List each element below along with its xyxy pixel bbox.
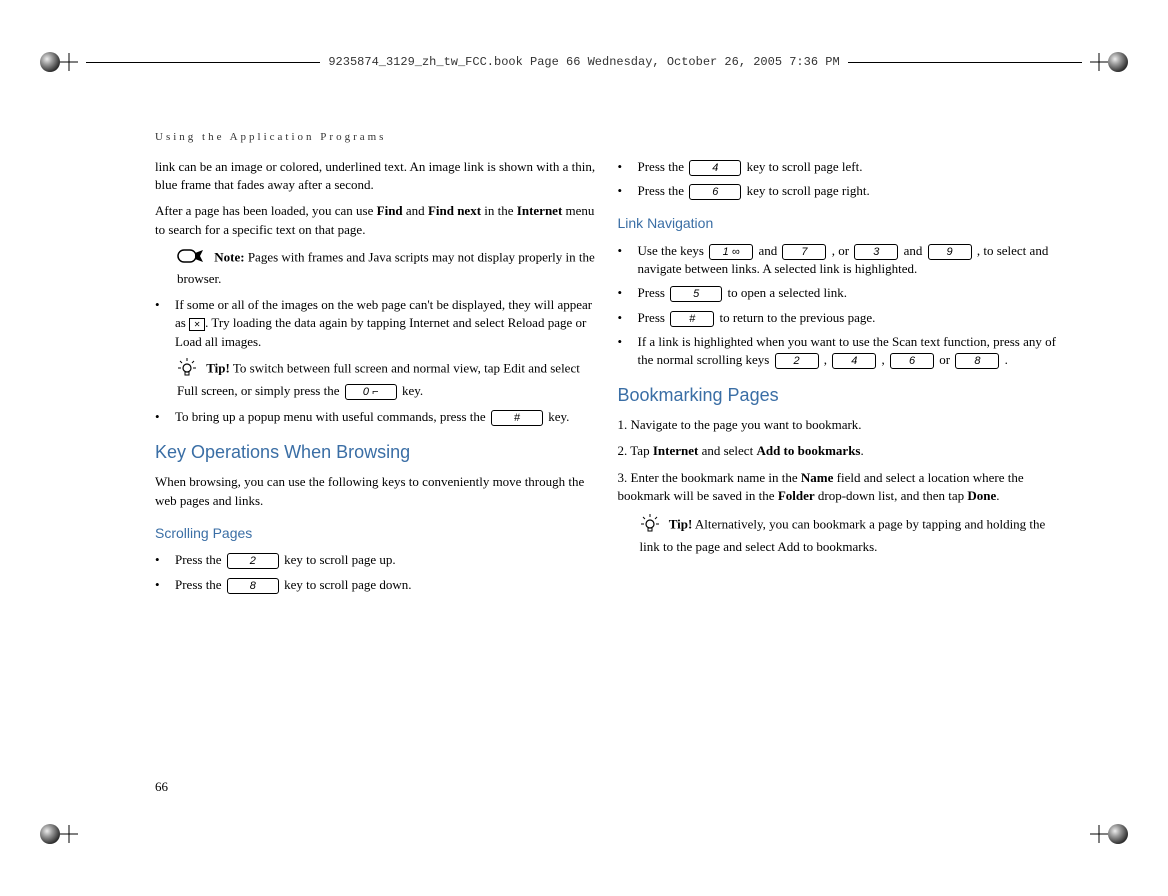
keycap: #	[670, 311, 714, 327]
list-item: • If a link is highlighted when you want…	[618, 333, 1059, 369]
broken-image-icon: ✕	[189, 318, 205, 331]
keycap: 2	[227, 553, 279, 569]
body-text: After a page has been loaded, you can us…	[155, 202, 596, 238]
keycap: 8	[227, 578, 279, 594]
keycap: 4	[832, 353, 876, 369]
keycap: 4	[689, 160, 741, 176]
keycap: 6	[890, 353, 934, 369]
running-header: Using the Application Programs	[155, 130, 386, 145]
tip-block: Tip! Alternatively, you can bookmark a p…	[640, 513, 1059, 556]
tip-icon	[177, 357, 197, 382]
crosshair-icon	[60, 825, 78, 843]
keycap: 5	[670, 286, 722, 302]
body-columns: link can be an image or colored, underli…	[155, 158, 1058, 600]
note-block: Note: Pages with frames and Java scripts…	[177, 247, 596, 288]
list-item: • Use the keys 1 ∞ and 7 , or 3 and 9 , …	[618, 242, 1059, 278]
keycap: 6	[689, 184, 741, 200]
keycap: 1 ∞	[709, 244, 753, 260]
ordered-item: 3. Enter the bookmark name in the Name f…	[618, 469, 1059, 505]
keycap: 0 ⌐	[345, 384, 397, 400]
keycap: 3	[854, 244, 898, 260]
framemaker-header: 9235874_3129_zh_tw_FCC.book Page 66 Wedn…	[40, 50, 1128, 74]
list-item: • Press 5 to open a selected link.	[618, 284, 1059, 302]
heading-1: Bookmarking Pages	[618, 383, 1059, 408]
heading-2: Scrolling Pages	[155, 524, 596, 544]
framemaker-header-text: 9235874_3129_zh_tw_FCC.book Page 66 Wedn…	[328, 54, 839, 71]
heading-2: Link Navigation	[618, 214, 1059, 234]
tip-icon	[640, 513, 660, 538]
keycap: 2	[775, 353, 819, 369]
note-icon	[177, 247, 205, 270]
ordered-item: 2. Tap Internet and select Add to bookma…	[618, 442, 1059, 460]
keycap: #	[491, 410, 543, 426]
list-item: • Press the 8 key to scroll page down.	[155, 576, 596, 594]
list-item: • If some or all of the images on the we…	[155, 296, 596, 351]
body-text: link can be an image or colored, underli…	[155, 158, 596, 194]
list-item: • To bring up a popup menu with useful c…	[155, 408, 596, 426]
page-number: 66	[155, 778, 168, 796]
dot-icon	[1108, 52, 1128, 72]
list-item: • Press the 6 key to scroll page right.	[618, 182, 1059, 200]
ordered-item: 1. Navigate to the page you want to book…	[618, 416, 1059, 434]
keycap: 9	[928, 244, 972, 260]
dot-icon	[1108, 824, 1128, 844]
body-text: When browsing, you can use the following…	[155, 473, 596, 509]
tip-block: Tip! To switch between full screen and n…	[177, 357, 596, 400]
crosshair-icon	[60, 53, 78, 71]
keycap: 7	[782, 244, 826, 260]
framemaker-footer	[40, 822, 1128, 846]
crosshair-icon	[1090, 53, 1108, 71]
dot-icon	[40, 52, 60, 72]
crosshair-icon	[1090, 825, 1108, 843]
dot-icon	[40, 824, 60, 844]
keycap: 8	[955, 353, 999, 369]
list-item: • Press the 2 key to scroll page up.	[155, 551, 596, 569]
left-column: link can be an image or colored, underli…	[155, 158, 596, 600]
heading-1: Key Operations When Browsing	[155, 440, 596, 465]
list-item: • Press the 4 key to scroll page left.	[618, 158, 1059, 176]
right-column: • Press the 4 key to scroll page left. •…	[618, 158, 1059, 600]
list-item: • Press # to return to the previous page…	[618, 309, 1059, 327]
